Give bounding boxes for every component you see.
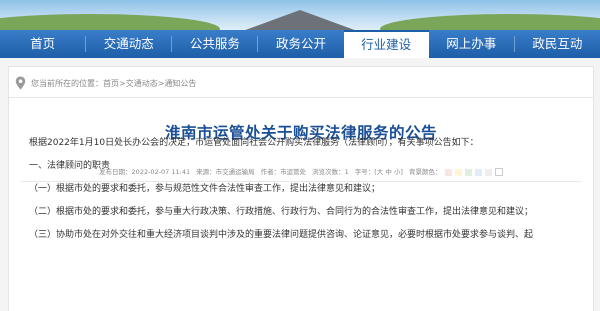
nav-gov-affairs[interactable]: 政务公开 bbox=[258, 30, 343, 58]
breadcrumb: 您当前所在的位置： 首页 > 交通动态 > 通知公告 bbox=[15, 75, 196, 91]
banner-hill-left bbox=[0, 14, 220, 30]
nav-home[interactable]: 首页 bbox=[0, 30, 85, 58]
article-paragraph: 一、法律顾问的职责 bbox=[29, 161, 111, 171]
nav-industry-construction[interactable]: 行业建设 bbox=[343, 30, 429, 58]
banner-hill-right bbox=[380, 14, 600, 30]
article-paragraph: （二）根据市处的要求和委托，参与重大行政决策、行政措施、行政行为、合同行为的合法… bbox=[29, 207, 534, 217]
banner-road bbox=[240, 10, 360, 30]
breadcrumb-separator: > bbox=[119, 78, 126, 88]
article-paragraph: 根据2022年1月10日处长办公会的决定，市运管处面向社会公开购买法律服务（法律… bbox=[29, 138, 479, 148]
nav-online-service[interactable]: 网上办事 bbox=[429, 30, 514, 58]
location-pin-icon bbox=[15, 76, 26, 90]
nav-citizen-interaction[interactable]: 政民互动 bbox=[515, 30, 600, 58]
main-nav: 首页 交通动态 公共服务 政务公开 行业建设 网上办事 政民互动 bbox=[0, 30, 600, 58]
breadcrumb-separator: > bbox=[157, 78, 165, 88]
breadcrumb-home-link[interactable]: 首页 bbox=[103, 78, 119, 89]
breadcrumb-notice-link[interactable]: 通知公告 bbox=[164, 78, 196, 89]
nav-traffic-news[interactable]: 交通动态 bbox=[86, 30, 171, 58]
nav-public-service[interactable]: 公共服务 bbox=[172, 30, 257, 58]
article-paragraph: （一）根据市处的要求和委托，参与规范性文件合法性审查工作，提出法律意见和建议； bbox=[29, 184, 381, 194]
article-paragraph: （三）协助市处在对外交往和重大经济项目谈判中涉及的重要法律问题提供咨询、论证意见… bbox=[29, 230, 534, 240]
article-body: 根据2022年1月10日处长办公会的决定，市运管处面向社会公开购买法律服务（法律… bbox=[29, 136, 591, 251]
breadcrumb-traffic-news-link[interactable]: 交通动态 bbox=[126, 78, 158, 89]
breadcrumb-divider bbox=[9, 97, 593, 98]
breadcrumb-prefix: 您当前所在的位置： bbox=[31, 78, 103, 88]
header-banner bbox=[0, 0, 600, 30]
